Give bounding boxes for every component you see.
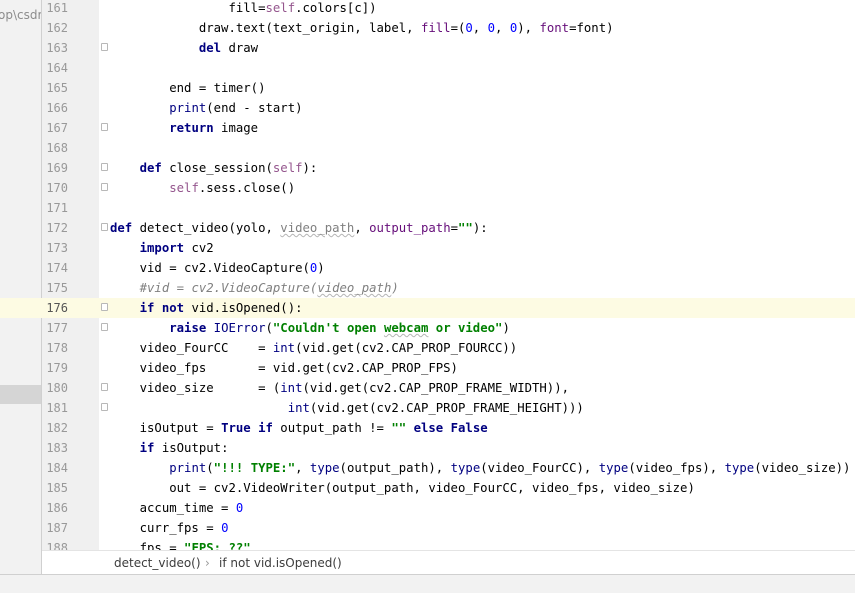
code-line[interactable]: 168: [0, 138, 855, 158]
breadcrumb-separator: ›: [205, 556, 210, 570]
code-text: end = timer(): [110, 81, 266, 95]
fold-marker-icon[interactable]: [101, 163, 108, 171]
line-number: 177: [46, 321, 68, 335]
code-text: def close_session(self):: [139, 161, 318, 175]
code-line[interactable]: 173 import cv2: [0, 238, 855, 258]
code-line[interactable]: 178 video_FourCC = int(vid.get(cv2.CAP_P…: [0, 338, 855, 358]
code-text: del draw: [198, 41, 259, 55]
code-line[interactable]: 170 self.sess.close(): [0, 178, 855, 198]
code-text: fill=self.colors[c]): [110, 1, 377, 15]
line-number: 175: [46, 281, 68, 295]
line-number: 167: [46, 121, 68, 135]
line-number: 165: [46, 81, 68, 95]
code-line[interactable]: 181 int(vid.get(cv2.CAP_PROP_FRAME_HEIGH…: [0, 398, 855, 418]
fold-marker-icon[interactable]: [101, 43, 108, 51]
line-number: 181: [46, 401, 68, 415]
code-line[interactable]: 162 draw.text(text_origin, label, fill=(…: [0, 18, 855, 38]
code-text: vid = cv2.VideoCapture(0): [110, 261, 325, 275]
code-line[interactable]: 177 raise IOError("Couldn't open webcam …: [0, 318, 855, 338]
code-text: isOutput = True if output_path != "" els…: [110, 421, 488, 435]
line-number: 170: [46, 181, 68, 195]
code-text: if isOutput:: [139, 441, 229, 455]
code-text: if not vid.isOpened():: [139, 301, 303, 315]
line-number: 171: [46, 201, 68, 215]
breadcrumb-item-if-block[interactable]: if not vid.isOpened(): [219, 551, 342, 575]
code-text: self.sess.close(): [169, 181, 296, 195]
line-number: 161: [46, 1, 68, 15]
line-number: 186: [46, 501, 68, 515]
code-line[interactable]: 185 out = cv2.VideoWriter(output_path, v…: [0, 478, 855, 498]
code-line[interactable]: 187 curr_fps = 0: [0, 518, 855, 538]
code-text: draw.text(text_origin, label, fill=(0, 0…: [110, 21, 614, 35]
line-number: 164: [46, 61, 68, 75]
code-line[interactable]: 186 accum_time = 0: [0, 498, 855, 518]
line-number: 166: [46, 101, 68, 115]
code-text: video_size = (int(vid.get(cv2.CAP_PROP_F…: [110, 381, 570, 395]
code-line[interactable]: 166 print(end - start): [0, 98, 855, 118]
code-text: #vid = cv2.VideoCapture(video_path): [139, 281, 399, 295]
fold-marker-icon[interactable]: [101, 123, 108, 131]
fold-marker-icon[interactable]: [101, 223, 108, 231]
code-text: video_FourCC = int(vid.get(cv2.CAP_PROP_…: [110, 341, 518, 355]
code-text: def detect_video(yolo, video_path, outpu…: [110, 221, 488, 235]
code-line[interactable]: 184 print("!!! TYPE:", type(output_path)…: [0, 458, 855, 478]
code-line[interactable]: 179 video_fps = vid.get(cv2.CAP_PROP_FPS…: [0, 358, 855, 378]
code-line[interactable]: 172 def detect_video(yolo, video_path, ou…: [0, 218, 855, 238]
code-text: curr_fps = 0: [110, 521, 229, 535]
status-bar: [0, 574, 855, 593]
code-line[interactable]: 165 end = timer(): [0, 78, 855, 98]
code-line[interactable]: 183 if isOutput:: [0, 438, 855, 458]
code-line[interactable]: 161 fill=self.colors[c]): [0, 0, 855, 18]
line-number: 182: [46, 421, 68, 435]
line-number: 179: [46, 361, 68, 375]
fold-marker-icon[interactable]: [101, 403, 108, 411]
line-number: 180: [46, 381, 68, 395]
code-text: out = cv2.VideoWriter(output_path, video…: [110, 481, 695, 495]
code-line[interactable]: 176 if not vid.isOpened():: [0, 298, 855, 318]
code-text: accum_time = 0: [110, 501, 244, 515]
code-line[interactable]: 169 def close_session(self):: [0, 158, 855, 178]
code-text: print(end - start): [169, 101, 303, 115]
code-text: return image: [169, 121, 259, 135]
line-number: 185: [46, 481, 68, 495]
line-number: 174: [46, 261, 68, 275]
line-number: 178: [46, 341, 68, 355]
code-text: video_fps = vid.get(cv2.CAP_PROP_FPS): [110, 361, 458, 375]
line-number: 183: [46, 441, 68, 455]
code-line[interactable]: 174 vid = cv2.VideoCapture(0): [0, 258, 855, 278]
code-text: int(vid.get(cv2.CAP_PROP_FRAME_HEIGHT))): [287, 401, 584, 415]
code-line[interactable]: 171: [0, 198, 855, 218]
line-number: 162: [46, 21, 68, 35]
breadcrumb-item-function[interactable]: detect_video(): [114, 551, 201, 575]
code-line[interactable]: 164: [0, 58, 855, 78]
fold-marker-icon[interactable]: [101, 303, 108, 311]
line-number: 172: [46, 221, 68, 235]
code-line[interactable]: 163 del draw: [0, 38, 855, 58]
breadcrumb: detect_video() › if not vid.isOpened(): [42, 550, 855, 574]
line-number: 173: [46, 241, 68, 255]
line-number: 187: [46, 521, 68, 535]
code-text: print("!!! TYPE:", type(output_path), ty…: [169, 461, 851, 475]
code-line[interactable]: 175 #vid = cv2.VideoCapture(video_path): [0, 278, 855, 298]
code-line[interactable]: 182 isOutput = True if output_path != ""…: [0, 418, 855, 438]
code-text: raise IOError("Couldn't open webcam or v…: [169, 321, 510, 335]
line-number: 184: [46, 461, 68, 475]
fold-marker-icon[interactable]: [101, 323, 108, 331]
line-number: 169: [46, 161, 68, 175]
code-line[interactable]: 167 return image: [0, 118, 855, 138]
line-number: 168: [46, 141, 68, 155]
line-number: 176: [46, 301, 68, 315]
line-number: 163: [46, 41, 68, 55]
code-text: import cv2: [139, 241, 214, 255]
fold-marker-icon[interactable]: [101, 183, 108, 191]
code-line[interactable]: 180 video_size = (int(vid.get(cv2.CAP_PR…: [0, 378, 855, 398]
fold-marker-icon[interactable]: [101, 383, 108, 391]
